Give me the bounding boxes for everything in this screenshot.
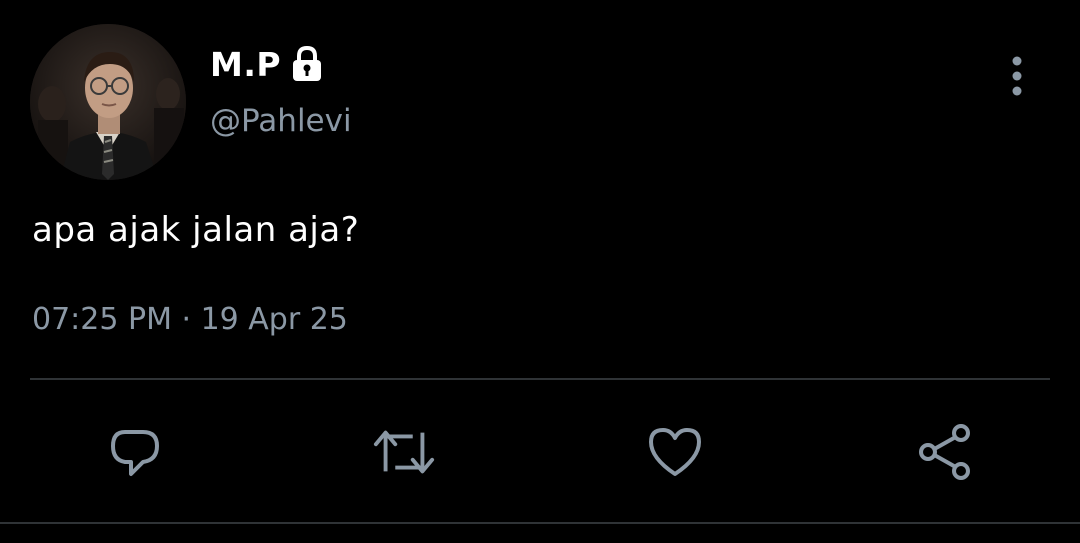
retweet-button[interactable] [372,420,436,484]
reply-button[interactable] [103,420,167,484]
share-button[interactable] [913,420,977,484]
retweet-icon [373,430,435,474]
more-vertical-icon[interactable] [1000,54,1034,98]
handle[interactable]: @Pahlevi [210,103,352,139]
heart-icon [649,428,701,476]
tweet-text: apa ajak jalan aja? [32,210,360,250]
action-bar [0,420,1080,484]
divider [30,378,1050,380]
display-name[interactable]: M.P [210,40,327,88]
like-button[interactable] [643,420,707,484]
lock-icon [293,45,322,81]
share-icon [919,424,970,480]
timestamp[interactable]: 07:25 PM · 19 Apr 25 [32,302,348,337]
avatar-image [30,24,186,180]
divider [0,522,1080,524]
reply-icon [111,430,159,476]
display-name-text: M.P [210,44,282,84]
avatar[interactable] [30,24,186,180]
tweet-detail: M.P @Pahlevi apa ajak jalan aja? 07:25 P… [0,0,1080,543]
